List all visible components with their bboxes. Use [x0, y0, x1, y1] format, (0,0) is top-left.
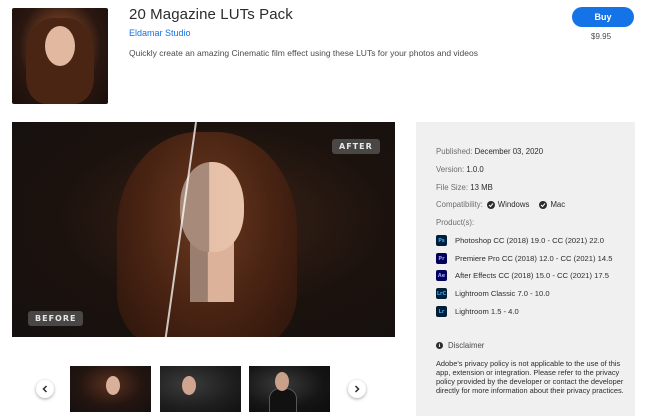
thumb-face — [106, 376, 120, 395]
checkmark-icon — [486, 200, 495, 209]
premiere-pro-icon: Pr — [436, 253, 447, 264]
carousel-prev-button[interactable] — [36, 380, 54, 398]
thumbnail-face — [45, 26, 75, 66]
carousel-thumbnail-3[interactable] — [249, 366, 330, 412]
file-size-label: File Size: — [436, 183, 469, 192]
product-item-lightroom-classic: LrC Lightroom Classic 7.0 - 10.0 — [436, 288, 550, 299]
buy-button[interactable]: Buy — [572, 7, 634, 27]
checkmark-icon — [539, 200, 548, 209]
thumb-face — [275, 372, 289, 391]
lightroom-icon: Lr — [436, 306, 447, 317]
carousel-thumbnail-1[interactable] — [70, 366, 151, 412]
product-item-premiere-pro: Pr Premiere Pro CC (2018) 12.0 - CC (202… — [436, 253, 612, 264]
details-panel: Published: December 03, 2020 Version: 1.… — [416, 122, 635, 416]
disclaimer-heading: i Disclaimer — [436, 341, 484, 350]
published-label: Published: — [436, 147, 473, 156]
version-label: Version: — [436, 165, 465, 174]
published-value: December 03, 2020 — [474, 147, 544, 156]
products-label: Product(s): — [436, 218, 475, 227]
developer-link[interactable]: Eldamar Studio — [129, 28, 191, 38]
compatibility-row: Compatibility: Windows Mac — [436, 200, 565, 209]
compat-mac-label: Mac — [550, 200, 566, 209]
photoshop-icon: Ps — [436, 235, 447, 246]
carousel-thumbnail-2[interactable] — [160, 366, 241, 412]
compat-mac: Mac — [539, 200, 565, 209]
after-tag: AFTER — [332, 139, 380, 154]
product-title: 20 Magazine LUTs Pack — [129, 6, 293, 23]
carousel-next-button[interactable] — [348, 380, 366, 398]
version-row: Version: 1.0.0 — [436, 165, 484, 174]
thumb-face — [182, 376, 196, 395]
compat-windows: Windows — [486, 200, 530, 209]
product-item-after-effects: Ae After Effects CC (2018) 15.0 - CC (20… — [436, 270, 609, 281]
published-row: Published: December 03, 2020 — [436, 147, 543, 156]
hero-face — [180, 162, 244, 252]
chevron-right-icon — [354, 385, 360, 393]
product-thumbnail — [12, 8, 108, 104]
price-label: $9.95 — [591, 32, 612, 41]
product-item-label: Lightroom Classic 7.0 - 10.0 — [455, 289, 550, 298]
product-item-label: Photoshop CC (2018) 19.0 - CC (2021) 22.… — [455, 236, 605, 245]
compatibility-label: Compatibility: — [436, 200, 483, 209]
file-size-value: 13 MB — [470, 183, 493, 192]
disclaimer-text: Adobe's privacy policy is not applicable… — [436, 359, 624, 395]
thumb-body — [269, 388, 297, 412]
product-item-label: Lightroom 1.5 - 4.0 — [455, 307, 519, 316]
product-item-photoshop: Ps Photoshop CC (2018) 19.0 - CC (2021) … — [436, 235, 604, 246]
disclaimer-heading-label: Disclaimer — [448, 341, 485, 350]
hero-preview-image[interactable]: AFTER BEFORE — [12, 122, 395, 337]
file-size-row: File Size: 13 MB — [436, 183, 493, 192]
product-description: Quickly create an amazing Cinematic film… — [129, 48, 478, 58]
product-item-label: After Effects CC (2018) 15.0 - CC (2021)… — [455, 271, 609, 280]
before-tag: BEFORE — [28, 311, 84, 326]
compat-windows-label: Windows — [497, 200, 530, 209]
info-icon: i — [436, 342, 443, 349]
product-item-label: Premiere Pro CC (2018) 12.0 - CC (2021) … — [455, 254, 613, 263]
product-item-lightroom: Lr Lightroom 1.5 - 4.0 — [436, 306, 519, 317]
version-value: 1.0.0 — [466, 165, 484, 174]
after-effects-icon: Ae — [436, 270, 447, 281]
lightroom-classic-icon: LrC — [436, 288, 447, 299]
chevron-left-icon — [42, 385, 48, 393]
